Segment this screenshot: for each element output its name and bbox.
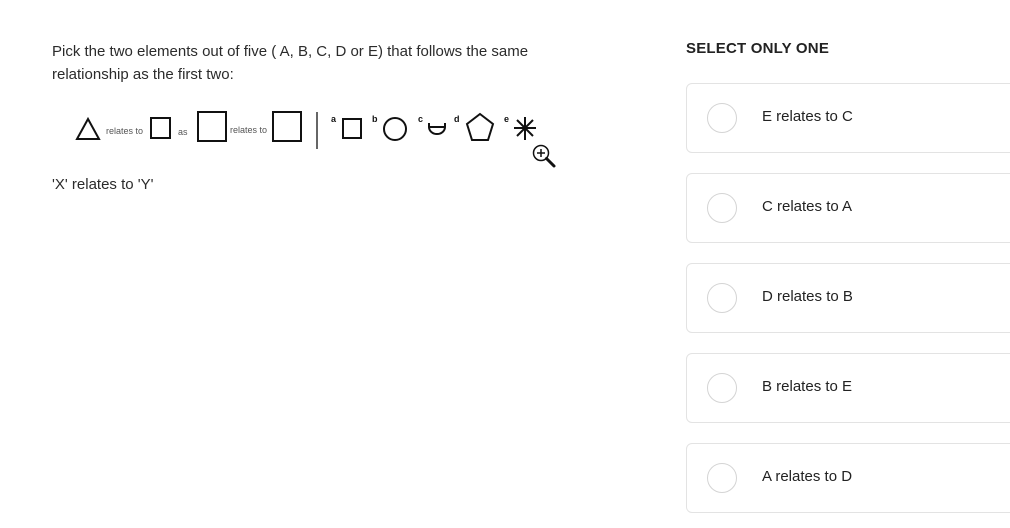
choice-letter-a: a — [331, 114, 337, 124]
radio-button[interactable] — [707, 373, 737, 403]
choice-a-square — [342, 118, 362, 139]
choice-b-circle — [383, 117, 407, 141]
option-label: C relates to A — [762, 198, 853, 215]
radio-button[interactable] — [707, 463, 737, 493]
as-label: as — [178, 127, 188, 137]
option-label: A relates to D — [762, 468, 853, 485]
question-figure: relates to as relates to a b c d e — [70, 106, 560, 172]
choice-letter-b: b — [372, 114, 378, 124]
answer-square-shape — [272, 111, 302, 142]
choice-letter-d: d — [454, 114, 460, 124]
option-5[interactable]: A relates to D — [686, 443, 1010, 513]
option-label: E relates to C — [762, 108, 853, 125]
question-page: Pick the two elements out of five ( A, B… — [0, 0, 1010, 528]
option-2[interactable]: C relates to A — [686, 173, 1010, 243]
options-title: SELECT ONLY ONE — [686, 40, 830, 57]
large-square-shape — [197, 111, 227, 142]
choice-letter-c: c — [418, 114, 423, 124]
relation-hint: 'X' relates to 'Y' — [52, 176, 154, 193]
option-1[interactable]: E relates to C — [686, 83, 1010, 153]
zoom-in-icon[interactable] — [530, 143, 558, 171]
radio-button[interactable] — [707, 283, 737, 313]
option-4[interactable]: B relates to E — [686, 353, 1010, 423]
radio-button[interactable] — [707, 103, 737, 133]
option-label: B relates to E — [762, 378, 853, 395]
small-square-shape — [150, 117, 171, 139]
option-label: D relates to B — [762, 288, 853, 305]
relates-to-label-1: relates to — [106, 126, 143, 136]
choice-letter-e: e — [504, 114, 509, 124]
option-3[interactable]: D relates to B — [686, 263, 1010, 333]
triangle-shape — [75, 116, 101, 140]
question-text: Pick the two elements out of five ( A, B… — [52, 43, 529, 83]
radio-button[interactable] — [707, 193, 737, 223]
relates-to-label-2: relates to — [230, 125, 267, 135]
choice-c-cup — [428, 123, 446, 135]
choice-e-asterisk — [514, 117, 536, 140]
choice-d-pentagon — [465, 112, 495, 141]
